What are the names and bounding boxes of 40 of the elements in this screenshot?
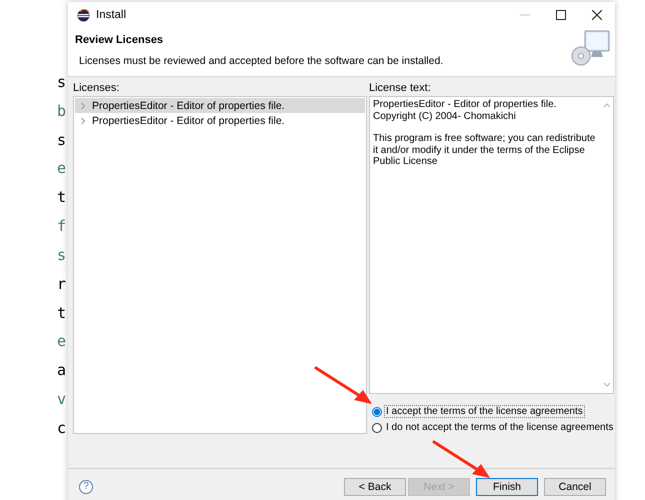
code-text: e — [56, 160, 66, 176]
license-text-line: PropertiesEditor - Editor of properties file. — [373, 99, 558, 110]
scroll-down-icon — [603, 382, 611, 388]
code-text: e — [56, 333, 66, 350]
radio-button[interactable] — [372, 422, 382, 432]
license-text-line: Public License — [373, 156, 438, 168]
code-text: b — [56, 102, 66, 119]
license-text-line: This program is free software; you can redistribute — [373, 133, 596, 144]
maximize-icon — [556, 10, 566, 20]
code-text: s — [56, 246, 66, 263]
app-icon — [77, 8, 90, 22]
section-label: Licenses: — [73, 82, 120, 95]
page-description: Licenses must be reviewed and accepted before the software can be installed. — [79, 55, 444, 67]
radio-label[interactable]: I accept the terms of the license agreements — [384, 405, 585, 418]
arrow-annotation — [432, 440, 492, 480]
page-title: Review Licenses — [75, 34, 164, 46]
code-text: f — [56, 218, 66, 234]
dialog-button[interactable]: Cancel — [544, 478, 606, 496]
code-text: c — [56, 420, 66, 436]
window-title: Install — [96, 9, 126, 21]
code-text: t — [56, 304, 66, 321]
scroll-up-icon — [603, 102, 611, 108]
license-item[interactable]: PropertiesEditor - Editor of properties file. — [75, 113, 365, 128]
section-label: License text: — [369, 82, 432, 95]
code-text: v — [56, 391, 66, 408]
code-text: s — [56, 74, 66, 90]
license-text-line: Copyright (C) 2004- Chomakichi — [373, 110, 517, 122]
radio-label[interactable]: I do not accept the terms of the license agreements — [384, 421, 616, 434]
license-item[interactable]: PropertiesEditor - Editor of properties file. — [75, 98, 365, 113]
code-text: r — [56, 276, 66, 292]
dialog-button[interactable]: < Back — [344, 478, 406, 496]
close-icon — [592, 10, 602, 20]
code-text: s — [56, 132, 66, 148]
license-text-line: it and/or modify it under the terms of the Eclipse — [373, 144, 586, 156]
dialog-button[interactable]: Finish — [476, 478, 538, 496]
arrow-annotation — [314, 366, 374, 406]
help-button[interactable]: ? — [79, 480, 93, 494]
code-text: a — [56, 362, 66, 378]
radio-button[interactable] — [372, 406, 382, 416]
code-text: t — [56, 189, 66, 206]
